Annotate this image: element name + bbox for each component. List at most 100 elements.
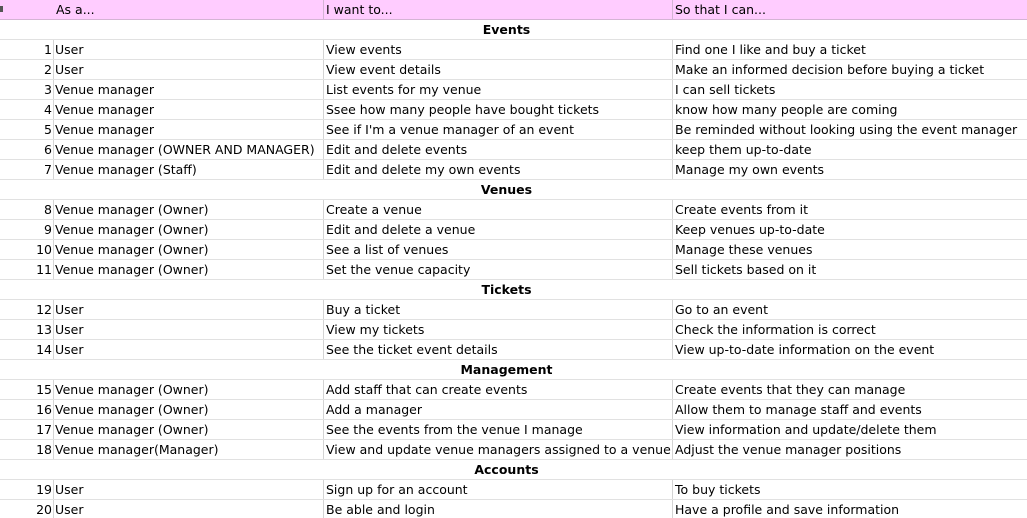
section-title-cell[interactable]: Accounts	[0, 460, 1013, 479]
i-want-to-cell[interactable]: Edit and delete my own events	[324, 160, 673, 179]
table-row: 3 Venue manager List events for my venue I …	[0, 80, 1027, 100]
so-that-cell[interactable]: Sell tickets based on it	[673, 260, 1027, 279]
so-that-cell[interactable]: Allow them to manage staff and events	[673, 400, 1027, 419]
i-want-to-cell[interactable]: Edit and delete events	[324, 140, 673, 159]
section-row: Management	[0, 360, 1027, 380]
i-want-to-cell[interactable]: See if I'm a venue manager of an event	[324, 120, 673, 139]
row-number-cell[interactable]: 17	[0, 420, 54, 439]
so-that-cell[interactable]: Go to an event	[673, 300, 1027, 319]
as-a-cell[interactable]: Venue manager(Manager)	[54, 440, 324, 459]
so-that-cell[interactable]: Have a profile and save information	[673, 500, 1027, 518]
i-want-to-cell[interactable]: Add staff that can create events	[324, 380, 673, 399]
as-a-cell[interactable]: Venue manager (Owner)	[54, 240, 324, 259]
row-number-cell[interactable]: 2	[0, 60, 54, 79]
i-want-to-cell[interactable]: Create a venue	[324, 200, 673, 219]
as-a-cell[interactable]: Venue manager (Owner)	[54, 400, 324, 419]
so-that-cell[interactable]: View information and update/delete them	[673, 420, 1027, 439]
row-number-cell[interactable]: 19	[0, 480, 54, 499]
as-a-cell[interactable]: Venue manager (Owner)	[54, 260, 324, 279]
table-row: 12 User Buy a ticket Go to an event	[0, 300, 1027, 320]
section-title-cell[interactable]: Management	[0, 360, 1013, 379]
header-as-a-cell[interactable]: As a...	[54, 0, 324, 19]
i-want-to-cell[interactable]: Add a manager	[324, 400, 673, 419]
section-title-cell[interactable]: Tickets	[0, 280, 1013, 299]
so-that-cell[interactable]: keep them up-to-date	[673, 140, 1027, 159]
row-number-cell[interactable]: 5	[0, 120, 54, 139]
row-number-cell[interactable]: 1	[0, 40, 54, 59]
as-a-cell[interactable]: User	[54, 320, 324, 339]
table-row: 16 Venue manager (Owner) Add a manager Allo…	[0, 400, 1027, 420]
i-want-to-cell[interactable]: Ssee how many people have bought tickets	[324, 100, 673, 119]
as-a-cell[interactable]: User	[54, 480, 324, 499]
i-want-to-cell[interactable]: See a list of venues	[324, 240, 673, 259]
as-a-cell[interactable]: Venue manager	[54, 80, 324, 99]
i-want-to-cell[interactable]: View and update venue managers assigned …	[324, 440, 673, 459]
row-number-cell[interactable]: 20	[0, 500, 54, 518]
table-row: 19 User Sign up for an account To buy ticke…	[0, 480, 1027, 500]
so-that-cell[interactable]: know how many people are coming	[673, 100, 1027, 119]
row-number-cell[interactable]: 7	[0, 160, 54, 179]
as-a-cell[interactable]: User	[54, 500, 324, 518]
so-that-cell[interactable]: Find one I like and buy a ticket	[673, 40, 1027, 59]
i-want-to-cell[interactable]: Buy a ticket	[324, 300, 673, 319]
row-number-cell[interactable]: 4	[0, 100, 54, 119]
table-row: 10 Venue manager (Owner) See a list of ven…	[0, 240, 1027, 260]
header-i-want-to-cell[interactable]: I want to...	[324, 0, 673, 19]
as-a-cell[interactable]: Venue manager (OWNER AND MANAGER)	[54, 140, 324, 159]
row-number-cell[interactable]: 15	[0, 380, 54, 399]
so-that-cell[interactable]: Keep venues up-to-date	[673, 220, 1027, 239]
as-a-cell[interactable]: User	[54, 300, 324, 319]
row-number-cell[interactable]: 13	[0, 320, 54, 339]
so-that-cell[interactable]: To buy tickets	[673, 480, 1027, 499]
i-want-to-cell[interactable]: Edit and delete a venue	[324, 220, 673, 239]
row-number-cell[interactable]: 6	[0, 140, 54, 159]
so-that-cell[interactable]: View up-to-date information on the event	[673, 340, 1027, 359]
so-that-cell[interactable]: Make an informed decision before buying …	[673, 60, 1027, 79]
so-that-cell[interactable]: Create events from it	[673, 200, 1027, 219]
i-want-to-cell[interactable]: View event details	[324, 60, 673, 79]
row-number-cell[interactable]: 18	[0, 440, 54, 459]
as-a-cell[interactable]: User	[54, 340, 324, 359]
row-number-cell[interactable]: 8	[0, 200, 54, 219]
i-want-to-cell[interactable]: See the events from the venue I manage	[324, 420, 673, 439]
section-title-cell[interactable]: Venues	[0, 180, 1013, 199]
as-a-cell[interactable]: Venue manager (Owner)	[54, 380, 324, 399]
so-that-cell[interactable]: Check the information is correct	[673, 320, 1027, 339]
table-row: 18 Venue manager(Manager) View and update …	[0, 440, 1027, 460]
section-title-cell[interactable]: Events	[0, 20, 1013, 39]
row-number-cell[interactable]: 11	[0, 260, 54, 279]
i-want-to-cell[interactable]: See the ticket event details	[324, 340, 673, 359]
row-number-cell[interactable]: 14	[0, 340, 54, 359]
as-a-cell[interactable]: User	[54, 40, 324, 59]
so-that-cell[interactable]: Be reminded without looking using the ev…	[673, 120, 1027, 139]
row-number-cell[interactable]: 10	[0, 240, 54, 259]
i-want-to-cell[interactable]: List events for my venue	[324, 80, 673, 99]
as-a-cell[interactable]: Venue manager (Staff)	[54, 160, 324, 179]
so-that-cell[interactable]: Manage my own events	[673, 160, 1027, 179]
row-number-cell[interactable]: 12	[0, 300, 54, 319]
as-a-cell[interactable]: Venue manager (Owner)	[54, 220, 324, 239]
row-number-cell[interactable]: 16	[0, 400, 54, 419]
so-that-cell[interactable]: I can sell tickets	[673, 80, 1027, 99]
row-number-cell[interactable]: 9	[0, 220, 54, 239]
so-that-cell[interactable]: Create events that they can manage	[673, 380, 1027, 399]
i-want-to-cell[interactable]: Set the venue capacity	[324, 260, 673, 279]
table-row: 8 Venue manager (Owner) Create a venue Crea…	[0, 200, 1027, 220]
i-want-to-cell[interactable]: View events	[324, 40, 673, 59]
table-row: 11 Venue manager (Owner) Set the venue cap…	[0, 260, 1027, 280]
as-a-cell[interactable]: User	[54, 60, 324, 79]
so-that-cell[interactable]: Manage these venues	[673, 240, 1027, 259]
table-body: Events 1 User View events Find one I like an…	[0, 20, 1027, 518]
i-want-to-cell[interactable]: View my tickets	[324, 320, 673, 339]
i-want-to-cell[interactable]: Sign up for an account	[324, 480, 673, 499]
header-so-that-cell[interactable]: So that I can...	[673, 0, 1027, 19]
as-a-cell[interactable]: Venue manager	[54, 100, 324, 119]
as-a-cell[interactable]: Venue manager (Owner)	[54, 200, 324, 219]
row-number-cell[interactable]: 3	[0, 80, 54, 99]
header-num-cell[interactable]	[0, 0, 54, 19]
so-that-cell[interactable]: Adjust the venue manager positions	[673, 440, 1027, 459]
as-a-cell[interactable]: Venue manager (Owner)	[54, 420, 324, 439]
i-want-to-cell[interactable]: Be able and login	[324, 500, 673, 518]
spreadsheet: As a... I want to... So that I can... Ev…	[0, 0, 1027, 518]
as-a-cell[interactable]: Venue manager	[54, 120, 324, 139]
